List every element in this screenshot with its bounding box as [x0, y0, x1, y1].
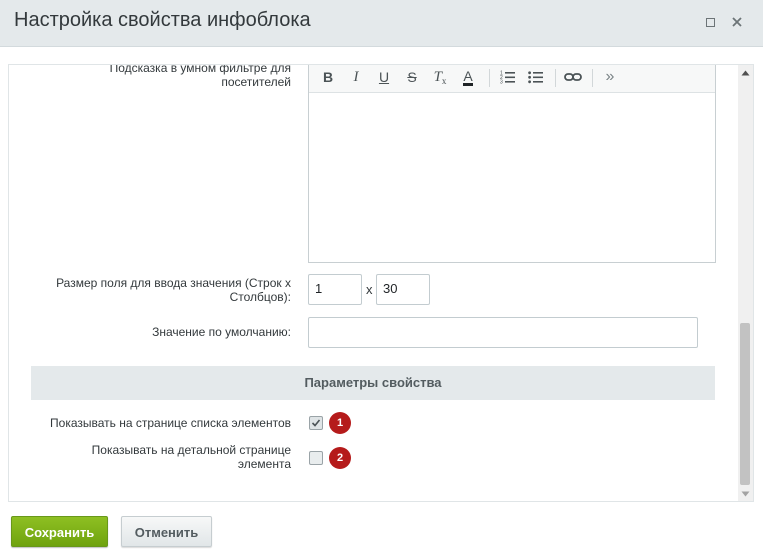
vertical-scrollbar[interactable] [738, 65, 753, 501]
dialog-title: Настройка свойства инфоблока [14, 9, 311, 31]
step-badge-1: 1 [329, 412, 351, 434]
underline-button[interactable]: U [374, 67, 394, 87]
show-in-list-checkbox[interactable] [309, 416, 323, 430]
link-button[interactable] [563, 67, 583, 87]
step-badge-2: 2 [329, 447, 351, 469]
remove-format-button[interactable]: Tx [430, 67, 450, 87]
checkmark-icon [311, 419, 321, 427]
font-color-icon: A [463, 67, 473, 86]
scroll-down-arrow-icon[interactable] [741, 491, 750, 497]
dialog-titlebar: Настройка свойства инфоблока [0, 0, 763, 47]
numbered-list-icon: 1 2 3 [500, 71, 515, 85]
strikethrough-button[interactable]: S [402, 67, 422, 87]
show-in-list-label: Показывать на странице списка элементов [50, 416, 291, 430]
maximize-icon [705, 17, 715, 27]
font-color-button[interactable]: A [458, 67, 478, 87]
show-in-detail-label: Показывать на детальной странице элемент… [92, 443, 291, 471]
editor-toolbar: B I U S Tx A 1 2 3 » [309, 65, 715, 93]
save-button[interactable]: Сохранить [11, 516, 108, 547]
toolbar-separator [555, 69, 556, 87]
hint-rich-text-editor[interactable]: B I U S Tx A 1 2 3 » [308, 65, 716, 263]
show-in-detail-checkbox[interactable] [309, 451, 323, 465]
default-value-input[interactable] [308, 317, 698, 348]
size-label: Размер поля для ввода значения (Строк x … [56, 276, 291, 304]
toolbar-separator [592, 69, 593, 87]
close-button[interactable] [729, 14, 745, 30]
show-in-detail-label-line2: элемента [237, 457, 291, 471]
more-button[interactable]: » [600, 67, 620, 87]
remove-format-x: x [441, 76, 447, 86]
bulleted-list-button[interactable] [526, 67, 546, 87]
cancel-button[interactable]: Отменить [121, 516, 212, 547]
size-label-line1: Размер поля для ввода значения (Строк x [56, 276, 291, 290]
hint-label: Подсказка в умном фильтре для посетителе… [109, 64, 291, 89]
hint-label-line1: Подсказка в умном фильтре для [109, 64, 291, 75]
svg-text:3: 3 [500, 80, 503, 85]
cols-input[interactable]: 30 [376, 274, 430, 305]
numbered-list-button[interactable]: 1 2 3 [498, 67, 518, 87]
link-icon [564, 73, 582, 81]
section-header: Параметры свойства [31, 366, 715, 400]
remove-format-icon: T [433, 68, 442, 85]
bold-button[interactable]: B [318, 67, 338, 87]
size-label-line2: Столбцов): [229, 290, 291, 304]
maximize-button[interactable] [702, 14, 718, 30]
size-separator: x [366, 282, 373, 297]
italic-button[interactable]: I [346, 67, 366, 87]
show-in-detail-label-line1: Показывать на детальной странице [91, 443, 291, 457]
rows-input[interactable]: 1 [308, 274, 362, 305]
close-icon [732, 17, 742, 27]
dialog-content[interactable]: Подсказка в умном фильтре для посетителе… [8, 64, 754, 502]
scroll-thumb[interactable] [740, 323, 750, 485]
scroll-up-arrow-icon[interactable] [741, 70, 750, 76]
default-value-label: Значение по умолчанию: [152, 325, 291, 339]
bulleted-list-icon [528, 71, 543, 84]
hint-label-line2: посетителей [221, 75, 291, 89]
toolbar-separator [489, 69, 490, 87]
